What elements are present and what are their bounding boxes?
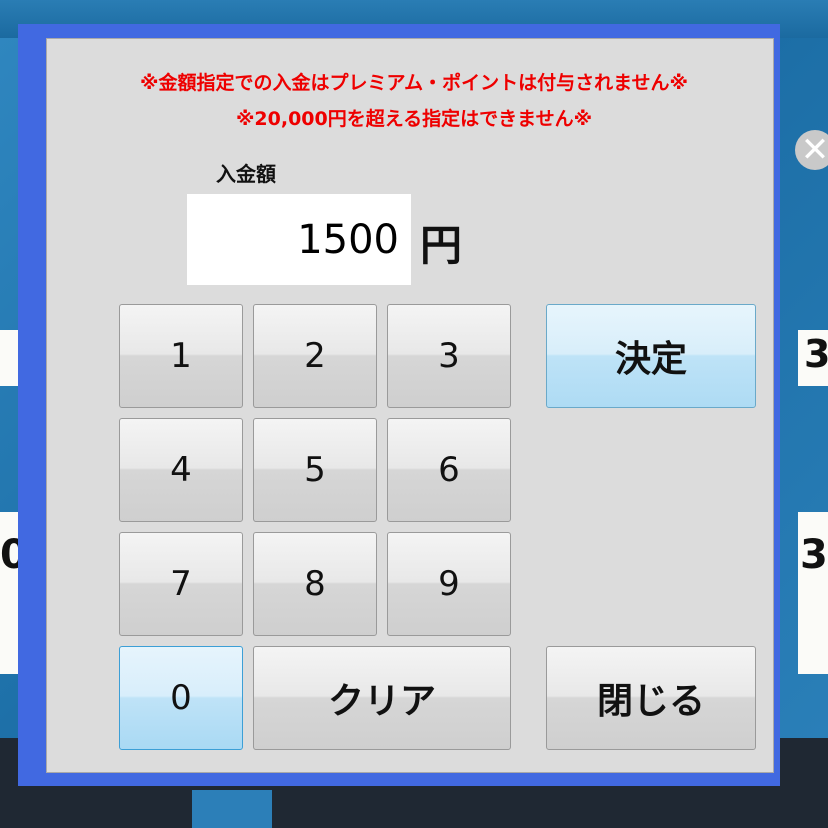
key-9[interactable]: 9 — [387, 532, 511, 636]
notice-limit: ※20,000円を超える指定はできません※ — [235, 108, 593, 130]
clear-label: クリア — [327, 681, 436, 722]
key-3[interactable]: 3 — [387, 304, 511, 408]
key-0-label: 0 — [170, 678, 192, 718]
key-7[interactable]: 7 — [119, 532, 243, 636]
key-5-label: 5 — [304, 450, 326, 490]
key-3-label: 3 — [438, 336, 460, 376]
close-button[interactable]: 閉じる — [546, 646, 756, 750]
key-8[interactable]: 8 — [253, 532, 377, 636]
key-2-label: 2 — [304, 336, 326, 376]
key-8-label: 8 — [304, 564, 326, 604]
background-amount-right: 3, — [800, 532, 828, 578]
key-6-label: 6 — [438, 450, 460, 490]
key-1[interactable]: 1 — [119, 304, 243, 408]
clear-button[interactable]: クリア — [253, 646, 511, 750]
background-digit-right: 3 — [804, 332, 828, 376]
amount-value: 1500 — [297, 216, 399, 263]
key-4-label: 4 — [170, 450, 192, 490]
key-7-label: 7 — [170, 564, 192, 604]
currency-unit: 円 — [420, 221, 463, 270]
key-9-label: 9 — [438, 564, 460, 604]
close-label: 閉じる — [596, 681, 705, 722]
confirm-label: 決定 — [614, 339, 687, 380]
key-1-label: 1 — [170, 336, 192, 376]
key-5[interactable]: 5 — [253, 418, 377, 522]
notice-no-points: ※金額指定での入金はプレミアム・ポイントは付与されません※ — [139, 72, 689, 94]
amount-display[interactable]: 1500 — [187, 194, 411, 285]
confirm-button[interactable]: 決定 — [546, 304, 756, 408]
key-4[interactable]: 4 — [119, 418, 243, 522]
amount-label: 入金額 — [216, 162, 276, 186]
background-close-icon[interactable]: ✕ — [795, 130, 828, 170]
key-6[interactable]: 6 — [387, 418, 511, 522]
background-footer-tab — [192, 790, 272, 828]
key-2[interactable]: 2 — [253, 304, 377, 408]
key-0[interactable]: 0 — [119, 646, 243, 750]
